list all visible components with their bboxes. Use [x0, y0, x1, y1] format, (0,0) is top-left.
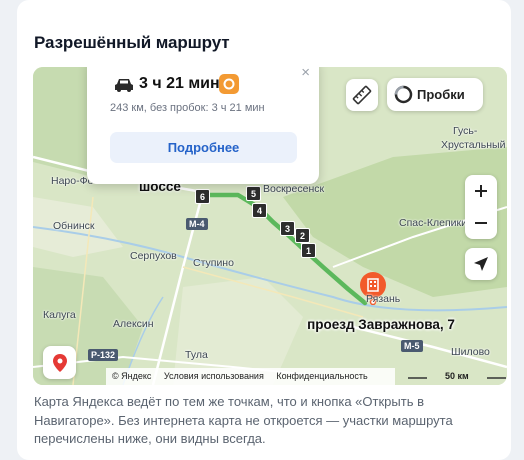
road-badge-p132: P-132 [88, 349, 119, 361]
place-ryazan: Рязань [366, 293, 401, 305]
locate-button[interactable] [465, 248, 497, 280]
route-marker-5[interactable]: 5 [246, 186, 261, 201]
map-description: Карта Яндекса ведёт по тем же точкам, чт… [34, 394, 453, 446]
road-badge-m4: M-4 [186, 218, 208, 230]
place-serpukhov: Серпухов [130, 250, 177, 262]
route-marker-3[interactable]: 3 [280, 221, 295, 236]
route-distance: 243 км, без пробок: 3 ч 21 мин [110, 102, 265, 114]
details-button[interactable]: Подробнее [110, 132, 297, 163]
traffic-light-icon [394, 85, 413, 104]
zoom-out-icon [475, 222, 487, 224]
terms-link[interactable]: Условия использования [164, 371, 264, 381]
place-stupino: Ступино [193, 257, 234, 269]
route-marker-6[interactable]: 6 [195, 189, 210, 204]
locate-arrow-icon [474, 257, 488, 271]
location-pin-icon [52, 353, 67, 372]
route-marker-4[interactable]: 4 [252, 203, 267, 218]
place-shilovo: Шилово [451, 346, 490, 358]
road-badge-m5: M-5 [401, 340, 423, 352]
place-spas-klepiki: Спас-Клепики [399, 217, 467, 229]
route-map[interactable]: Наро-Фо Обнинск Серпухов Ступино Алексин… [33, 67, 507, 385]
place-aleksin: Алексин [113, 318, 154, 330]
zoom-in-button[interactable] [474, 175, 488, 207]
copyright-link[interactable]: © Яндекс [112, 371, 151, 381]
map-scale: 50 км [407, 368, 507, 385]
place-tula: Тула [185, 349, 208, 361]
map-footer: © Яндекс Условия использования Конфиденц… [106, 368, 395, 385]
place-kaluga: Калуга [43, 309, 76, 321]
car-icon [115, 79, 133, 92]
route-card: Разрешённый маршрут Наро-Фо Обнинск Серп… [17, 0, 511, 460]
location-pin-button[interactable] [43, 346, 76, 379]
route-popup: × 3 ч 21 мин 243 км, без пробок: 3 ч 21 … [87, 67, 319, 184]
ruler-icon [352, 85, 372, 105]
scale-label: 50 км [445, 371, 469, 381]
privacy-link[interactable]: Конфиденциальность [276, 371, 367, 381]
section-title: Разрешённый маршрут [34, 33, 230, 52]
close-icon[interactable]: × [301, 67, 310, 80]
traffic-button-label: Пробки [417, 87, 465, 102]
route-marker-1[interactable]: 1 [301, 243, 316, 258]
route-marker-2[interactable]: 2 [295, 228, 310, 243]
place-voskresensk: Воскресенск [263, 183, 325, 195]
traffic-jam-icon [219, 74, 239, 94]
traffic-button[interactable]: Пробки [387, 78, 483, 111]
route-duration: 3 ч 21 мин [139, 75, 220, 92]
zoom-control [465, 175, 497, 239]
destination-label: проезд Завражнова, 7 [307, 317, 455, 332]
zoom-in-icon [475, 185, 487, 197]
place-gus-khrustalny-2: Хрустальный [441, 139, 506, 151]
place-obninsk: Обнинск [53, 220, 95, 232]
ruler-button[interactable] [346, 79, 378, 111]
zoom-out-button[interactable] [474, 207, 488, 239]
place-gus-khrustalny-1: Гусь- [453, 125, 478, 137]
